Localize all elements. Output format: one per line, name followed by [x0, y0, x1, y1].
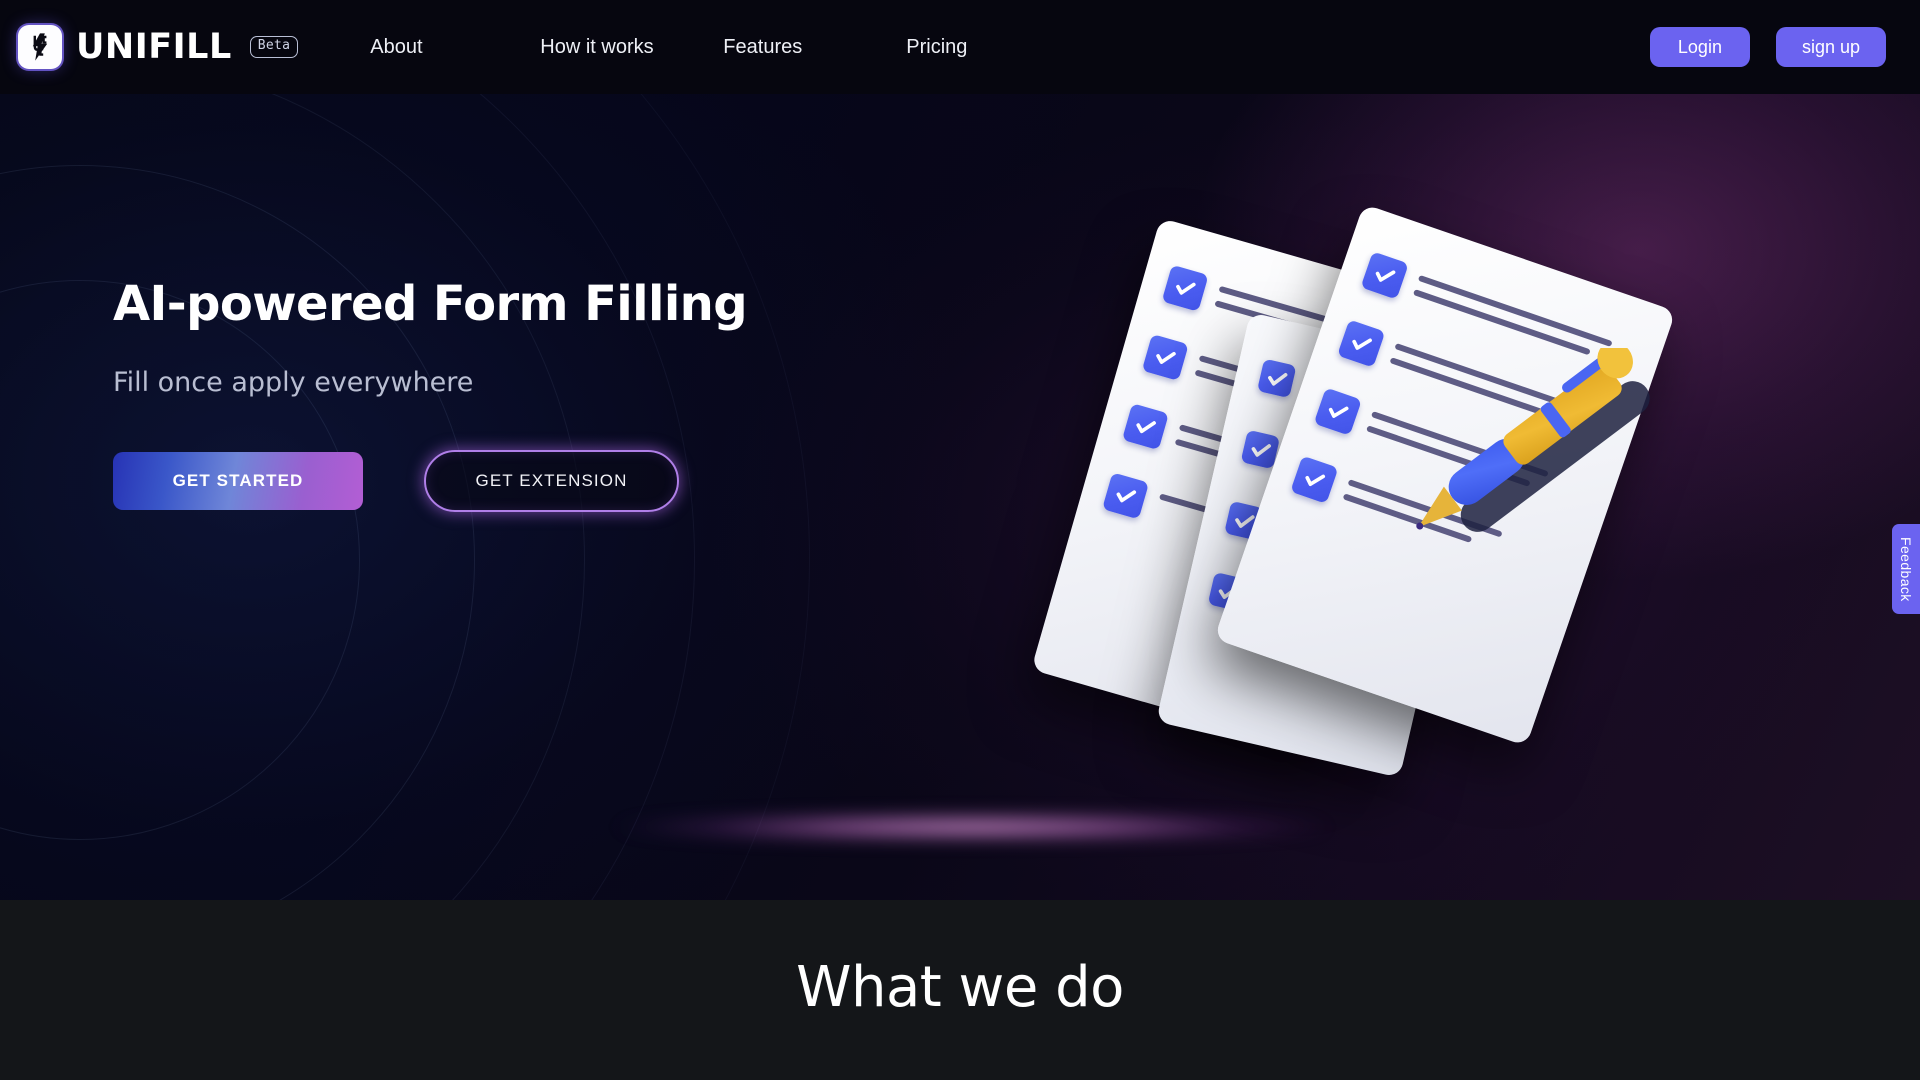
nav-link-about[interactable]: About	[370, 30, 422, 65]
beta-badge: Beta	[249, 36, 299, 58]
hero-section: AI-powered Form Filling Fill once apply …	[0, 0, 1920, 900]
checkbox-checked-icon	[1360, 251, 1409, 300]
nav-slot: How it works	[540, 30, 723, 65]
nav-link-features[interactable]: Features	[723, 30, 802, 65]
checkbox-checked-icon	[1141, 333, 1189, 381]
text-line	[1412, 289, 1591, 356]
nav-actions: Login sign up	[1649, 27, 1886, 67]
get-started-button[interactable]: GET STARTED	[113, 451, 363, 510]
checkbox-checked-icon	[1102, 472, 1150, 520]
checkbox-checked-icon	[1256, 358, 1297, 399]
nav-links: About How it works Features Pricing	[370, 30, 1089, 65]
signup-button[interactable]: sign up	[1775, 27, 1886, 67]
brand-name: UNIFILL	[76, 27, 232, 67]
nav-slot: Pricing	[906, 30, 1089, 65]
hero-subtitle: Fill once apply everywhere	[113, 366, 474, 398]
nav-slot: Features	[723, 30, 906, 65]
checkbox-checked-icon	[1290, 455, 1339, 504]
hero-illustration	[1031, 200, 1855, 820]
checkbox-checked-icon	[1161, 264, 1209, 312]
landing-page: AI-powered Form Filling Fill once apply …	[0, 0, 1920, 1080]
hero-cta-row: GET STARTED GET EXTENSION	[113, 449, 747, 512]
unifill-uf-bolt-logo-icon	[18, 25, 62, 69]
pen-icon	[1380, 341, 1680, 538]
checkbox-checked-icon	[1313, 387, 1362, 436]
top-navigation-bar: UNIFILL Beta About How it works Features…	[0, 0, 1920, 94]
feedback-tab[interactable]: Feedback	[1892, 524, 1920, 614]
page-title: AI-powered Form Filling	[113, 276, 748, 332]
nav-slot: About	[370, 30, 540, 65]
what-we-do-section: What we do	[0, 900, 1920, 1080]
hero-content: AI-powered Form Filling Fill once apply …	[113, 276, 748, 512]
checkbox-checked-icon	[1121, 403, 1169, 451]
nav-link-pricing[interactable]: Pricing	[906, 30, 967, 65]
brand-logo-group[interactable]: UNIFILL Beta	[18, 25, 299, 69]
nav-link-how-it-works[interactable]: How it works	[540, 30, 653, 65]
checkbox-checked-icon	[1337, 319, 1386, 368]
login-button[interactable]: Login	[1649, 27, 1750, 67]
feedback-tab-label: Feedback	[1898, 536, 1914, 602]
section-title: What we do	[796, 955, 1124, 1020]
get-extension-button[interactable]: GET EXTENSION	[424, 449, 679, 512]
text-line	[1417, 274, 1613, 348]
